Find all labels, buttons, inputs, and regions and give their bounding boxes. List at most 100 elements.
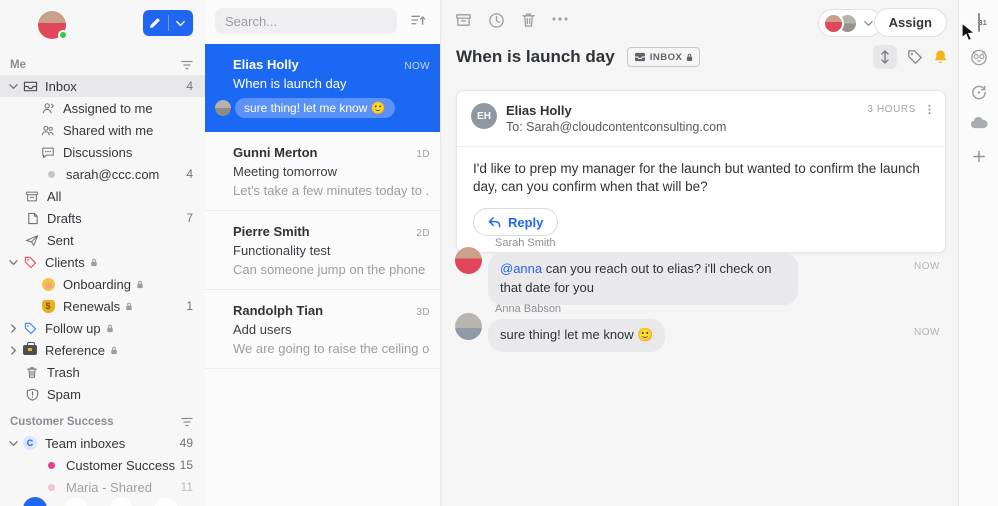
search-input[interactable]: [215, 8, 397, 34]
chevron-down-icon[interactable]: [6, 258, 20, 267]
kebab-menu-icon[interactable]: [928, 103, 931, 116]
mascot-icon[interactable]: [969, 48, 988, 67]
cloud-icon[interactable]: [969, 116, 988, 129]
conversation-subject: Add users: [233, 322, 292, 337]
preview-avatar: [215, 100, 231, 116]
unread-count: 4: [186, 167, 193, 181]
conversation-subject: Functionality test: [233, 243, 331, 258]
conversation-time: 3D: [416, 307, 430, 318]
plus-icon[interactable]: [972, 150, 985, 163]
conversation-preview: Let's take a few minutes today to ...: [233, 183, 430, 198]
recipient-line: To: Sarah@cloudcontentconsulting.com: [506, 120, 727, 134]
conversation-item-selected[interactable]: Elias Holly NOW When is launch day sure …: [205, 44, 440, 132]
mention[interactable]: @anna: [500, 261, 542, 276]
unread-count: 1: [186, 299, 193, 313]
chevron-right-icon[interactable]: [6, 345, 20, 355]
conversation-item[interactable]: Randolph Tian 3D Add users We are going …: [205, 290, 440, 369]
people-icon: [40, 124, 56, 137]
sidebar-item-customer-success-inbox[interactable]: Customer Success 15: [0, 454, 205, 476]
history-refresh-icon[interactable]: [970, 84, 987, 101]
gray-dot-icon: [43, 170, 59, 178]
conversation-sender: Randolph Tian: [233, 303, 324, 318]
sidebar-item-follow-up[interactable]: Follow up: [0, 317, 205, 339]
conversation-item[interactable]: Pierre Smith 2D Functionality test Can s…: [205, 211, 440, 290]
comment-time: NOW: [914, 327, 940, 338]
bell-icon[interactable]: [933, 49, 948, 65]
comment-bubble: @anna can you reach out to elias? i'll c…: [488, 253, 798, 305]
snooze-clock-icon[interactable]: [488, 12, 505, 29]
user-avatar[interactable]: [38, 11, 68, 40]
sidebar-item-reference[interactable]: Reference: [0, 339, 205, 361]
inbox-badge[interactable]: INBOX: [626, 47, 701, 67]
chevron-right-icon[interactable]: [6, 323, 20, 333]
blue-bottom-circle[interactable]: [23, 497, 47, 506]
expand-vertical-icon[interactable]: [873, 45, 897, 69]
reply-button[interactable]: Reply: [473, 208, 559, 237]
comment-avatar[interactable]: [455, 247, 482, 274]
assignee-selector[interactable]: [818, 9, 882, 37]
lock-icon: [125, 302, 133, 311]
filter-icon[interactable]: [181, 60, 193, 70]
calendar-31-icon[interactable]: [977, 13, 980, 32]
sidebar-item-discussions[interactable]: Discussions: [0, 141, 205, 163]
sidebar-item-renewals[interactable]: $ Renewals 1: [0, 295, 205, 317]
unread-count: 4: [186, 79, 193, 93]
bottom-circle[interactable]: [109, 497, 133, 506]
sidebar-item-all[interactable]: All: [0, 185, 205, 207]
conversation-sender: Pierre Smith: [233, 224, 310, 239]
sidebar-item-sarah-inbox[interactable]: sarah@ccc.com 4: [0, 163, 205, 185]
lock-icon: [136, 280, 144, 289]
compose-button[interactable]: [143, 10, 193, 36]
sort-icon[interactable]: [411, 14, 426, 27]
bottom-circle[interactable]: [64, 497, 88, 506]
chevron-down-icon[interactable]: [6, 439, 20, 448]
assign-button[interactable]: Assign: [873, 8, 947, 37]
sidebar-item-clients[interactable]: Clients: [0, 251, 205, 273]
comment-bubble: sure thing! let me know 🙂: [488, 319, 666, 352]
sidebar-item-maria-shared[interactable]: Maria - Shared 11: [0, 476, 205, 498]
comment-avatar[interactable]: [455, 313, 482, 340]
sidebar-item-spam[interactable]: Spam: [0, 383, 205, 405]
right-rail: [958, 0, 998, 506]
sidebar-item-onboarding[interactable]: Onboarding: [0, 273, 205, 295]
money-bag-emoji-icon: $: [40, 299, 56, 313]
sidebar-item-team-inboxes[interactable]: C Team inboxes 49: [0, 432, 205, 454]
sidebar-item-assigned-to-me[interactable]: Assigned to me: [0, 97, 205, 119]
lock-icon: [110, 346, 118, 355]
conversation-preview-bubble: sure thing! let me know 🙂: [235, 98, 395, 118]
chevron-down-icon[interactable]: [169, 10, 194, 36]
tag-icon[interactable]: [907, 49, 923, 65]
sidebar-item-drafts[interactable]: Drafts 7: [0, 207, 205, 229]
inbox-icon: [634, 52, 646, 62]
inbox-icon: [22, 80, 38, 93]
comment: Anna Babson sure thing! let me know 🙂 NO…: [455, 303, 948, 352]
sidebar-item-trash[interactable]: Trash: [0, 361, 205, 383]
comment-author: Sarah Smith: [495, 237, 556, 249]
pink-dot-icon: [43, 461, 59, 469]
sidebar-item-inbox[interactable]: Inbox 4: [0, 75, 205, 97]
sidebar-item-shared-with-me[interactable]: Shared with me: [0, 119, 205, 141]
unread-count: 15: [179, 458, 193, 472]
chevron-down-icon[interactable]: [6, 82, 20, 91]
conversation-preview: Can someone jump on the phone ...: [233, 262, 430, 277]
draft-document-icon: [24, 212, 40, 225]
conversation-preview: We are going to raise the ceiling o...: [233, 341, 430, 356]
archive-icon[interactable]: [455, 12, 472, 28]
trash-icon[interactable]: [521, 12, 536, 28]
comment-author: Anna Babson: [495, 303, 562, 315]
app-window: Me Inbox 4 Assigned to me Shared with me…: [0, 0, 998, 506]
assignee-avatar: [823, 12, 844, 34]
message-timestamp: 3 HOURS: [867, 104, 916, 115]
filter-icon[interactable]: [181, 417, 193, 427]
conversation-pane: Assign When is launch day INBOX EH Elias…: [442, 0, 958, 506]
conversation-subject: When is launch day: [233, 76, 347, 91]
conversation-list: Elias Holly NOW When is launch day sure …: [205, 0, 441, 506]
mouse-cursor: [961, 22, 976, 43]
bottom-circle[interactable]: [154, 497, 178, 506]
sidebar-section-customer-success: Customer Success: [0, 411, 205, 432]
sidebar-item-sent[interactable]: Sent: [0, 229, 205, 251]
more-horizontal-icon[interactable]: [552, 17, 568, 21]
pencil-icon: [143, 10, 168, 36]
conversation-subject: Meeting tomorrow: [233, 164, 338, 179]
conversation-item[interactable]: Gunni Merton 1D Meeting tomorrow Let's t…: [205, 132, 440, 211]
